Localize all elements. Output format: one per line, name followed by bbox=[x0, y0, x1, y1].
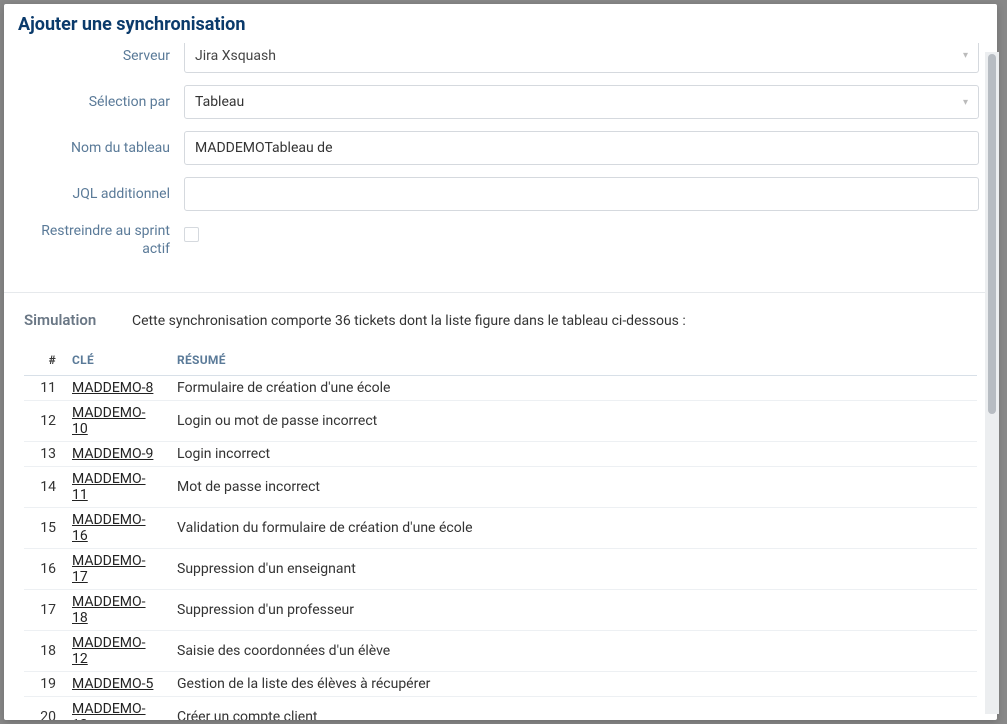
cell-num: 14 bbox=[24, 467, 64, 508]
col-summary[interactable]: RÉSUMÉ bbox=[169, 347, 977, 376]
cell-key: MADDEMO-18 bbox=[64, 590, 169, 631]
simulation-label: Simulation bbox=[22, 311, 132, 329]
select-server-value: Jira Xsquash bbox=[195, 48, 276, 64]
simulation-row: Simulation Cette synchronisation comport… bbox=[22, 311, 979, 329]
label-selection: Sélection par bbox=[22, 94, 184, 110]
checkbox-restrict-sprint[interactable] bbox=[184, 227, 199, 242]
cell-num: 13 bbox=[24, 442, 64, 467]
ticket-link[interactable]: MADDEMO-13 bbox=[72, 701, 146, 720]
tickets-table-wrap: # CLÉ RÉSUMÉ 11 MADDEMO-8 Formulaire de cr… bbox=[22, 347, 979, 720]
ticket-link[interactable]: MADDEMO-17 bbox=[72, 553, 146, 585]
table-row: 16MADDEMO-17 Suppression d'un enseignant bbox=[24, 549, 977, 590]
cell-key: MADDEMO-12 bbox=[64, 631, 169, 672]
cell-summary: Créer un compte client bbox=[169, 697, 977, 721]
modal-title: Ajouter une synchronisation bbox=[18, 14, 983, 35]
row-sprint: Restreindre au sprint actif bbox=[22, 223, 979, 258]
chevron-down-icon: ▾ bbox=[963, 50, 968, 61]
row-board: Nom du tableau bbox=[22, 131, 979, 165]
cell-key: MADDEMO-11 bbox=[64, 467, 169, 508]
ticket-link[interactable]: MADDEMO-9 bbox=[72, 446, 153, 462]
cell-key: MADDEMO-9 bbox=[64, 442, 169, 467]
cell-summary: Login ou mot de passe incorrect bbox=[169, 401, 977, 442]
col-key[interactable]: CLÉ bbox=[64, 347, 169, 376]
cell-summary: Mot de passe incorrect bbox=[169, 467, 977, 508]
row-jql: JQL additionnel bbox=[22, 177, 979, 211]
select-selection[interactable]: Tableau ▾ bbox=[184, 85, 979, 119]
divider bbox=[4, 292, 997, 293]
ticket-link[interactable]: MADDEMO-16 bbox=[72, 512, 146, 544]
cell-key: MADDEMO-8 bbox=[64, 376, 169, 401]
cell-num: 17 bbox=[24, 590, 64, 631]
modal-body: Serveur Jira Xsquash ▾ Sélection par Tab… bbox=[4, 43, 997, 720]
cell-summary: Formulaire de création d'une école bbox=[169, 376, 977, 401]
table-row: 19 MADDEMO-5 Gestion de la liste des élève… bbox=[24, 672, 977, 697]
row-server: Serveur Jira Xsquash ▾ bbox=[22, 43, 979, 73]
label-server: Serveur bbox=[22, 48, 184, 64]
label-sprint: Restreindre au sprint actif bbox=[22, 223, 184, 258]
tickets-table: # CLÉ RÉSUMÉ 11 MADDEMO-8 Formulaire de cr… bbox=[24, 347, 977, 720]
cell-summary: Suppression d'un professeur bbox=[169, 590, 977, 631]
input-jql[interactable] bbox=[184, 177, 979, 211]
cell-key: MADDEMO-17 bbox=[64, 549, 169, 590]
ticket-link[interactable]: MADDEMO-5 bbox=[72, 676, 153, 692]
simulation-text: Cette synchronisation comporte 36 ticket… bbox=[132, 313, 686, 329]
cell-summary: Gestion de la liste des élèves à récupér… bbox=[169, 672, 977, 697]
cell-key: MADDEMO-13 bbox=[64, 697, 169, 721]
table-row: 11 MADDEMO-8 Formulaire de création d'une … bbox=[24, 376, 977, 401]
cell-summary: Saisie des coordonnées d'un élève bbox=[169, 631, 977, 672]
cell-num: 15 bbox=[24, 508, 64, 549]
scrollbar-thumb[interactable] bbox=[988, 54, 996, 414]
cell-num: 12 bbox=[24, 401, 64, 442]
table-row: 20 MADDEMO-13 Créer un compte client bbox=[24, 697, 977, 721]
cell-summary: Validation du formulaire de création d'u… bbox=[169, 508, 977, 549]
ticket-link[interactable]: MADDEMO-8 bbox=[72, 380, 153, 396]
ticket-link[interactable]: MADDEMO-18 bbox=[72, 594, 146, 626]
cell-num: 20 bbox=[24, 697, 64, 721]
row-selection: Sélection par Tableau ▾ bbox=[22, 85, 979, 119]
ticket-link[interactable]: MADDEMO-11 bbox=[72, 471, 146, 503]
ticket-link[interactable]: MADDEMO-10 bbox=[72, 405, 146, 437]
label-board: Nom du tableau bbox=[22, 140, 184, 156]
modal-add-sync: Ajouter une synchronisation Serveur Jira… bbox=[4, 4, 997, 720]
label-jql: JQL additionnel bbox=[22, 186, 184, 202]
cell-summary: Suppression d'un enseignant bbox=[169, 549, 977, 590]
table-row: 14MADDEMO-11 Mot de passe incorrect bbox=[24, 467, 977, 508]
chevron-down-icon: ▾ bbox=[963, 97, 968, 108]
scrollbar-track[interactable] bbox=[985, 52, 999, 714]
table-row: 13 MADDEMO-9 Login incorrect bbox=[24, 442, 977, 467]
table-header-row: # CLÉ RÉSUMÉ bbox=[24, 347, 977, 376]
cell-num: 19 bbox=[24, 672, 64, 697]
cell-key: MADDEMO-16 bbox=[64, 508, 169, 549]
cell-num: 11 bbox=[24, 376, 64, 401]
ticket-link[interactable]: MADDEMO-12 bbox=[72, 635, 146, 667]
table-row: 12MADDEMO-10 Login ou mot de passe incorr… bbox=[24, 401, 977, 442]
table-row: 15MADDEMO-16 Validation du formulaire de … bbox=[24, 508, 977, 549]
col-num[interactable]: # bbox=[24, 347, 64, 376]
form-area: Serveur Jira Xsquash ▾ Sélection par Tab… bbox=[22, 43, 979, 288]
select-selection-value: Tableau bbox=[195, 94, 244, 110]
cell-summary: Login incorrect bbox=[169, 442, 977, 467]
modal-header: Ajouter une synchronisation bbox=[4, 4, 997, 43]
select-server[interactable]: Jira Xsquash ▾ bbox=[184, 43, 979, 73]
table-row: 18MADDEMO-12 Saisie des coordonnées d'un … bbox=[24, 631, 977, 672]
cell-num: 16 bbox=[24, 549, 64, 590]
cell-key: MADDEMO-10 bbox=[64, 401, 169, 442]
input-board-name[interactable] bbox=[184, 131, 979, 165]
cell-key: MADDEMO-5 bbox=[64, 672, 169, 697]
table-row: 17MADDEMO-18 Suppression d'un professeur bbox=[24, 590, 977, 631]
cell-num: 18 bbox=[24, 631, 64, 672]
